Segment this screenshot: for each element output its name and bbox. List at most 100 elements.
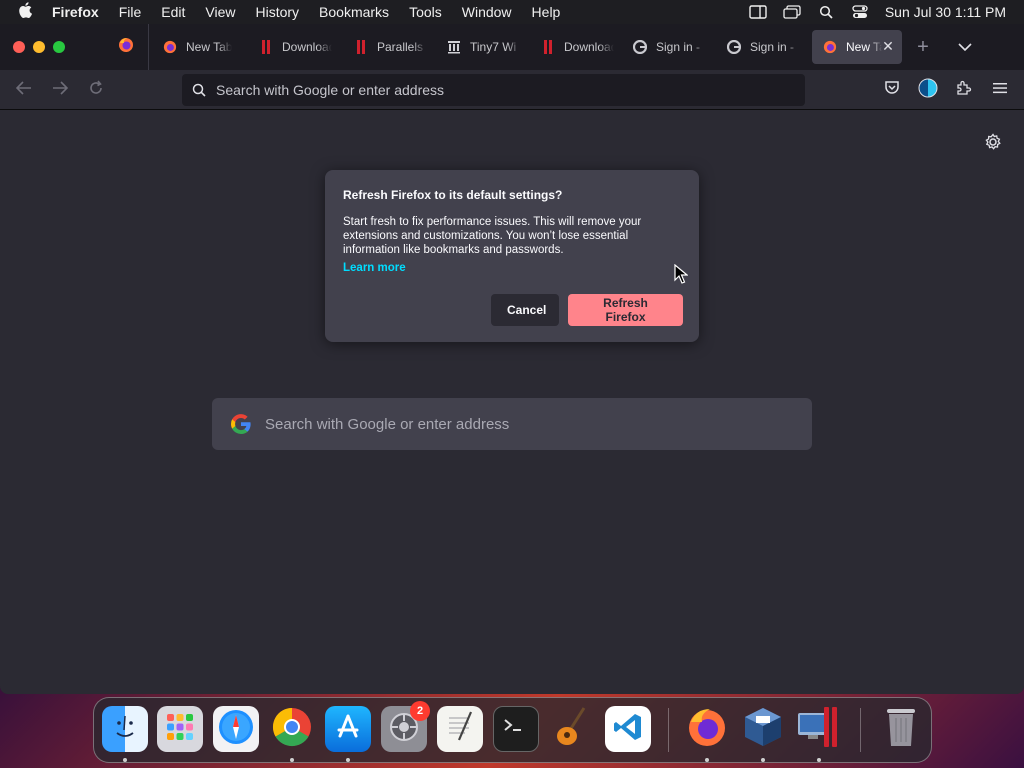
tab-label: New Tab [846, 40, 882, 54]
dock-item-garageband[interactable] [549, 706, 595, 752]
dock-item-textedit[interactable] [437, 706, 483, 752]
dialog-button-row: Cancel Refresh Firefox [491, 294, 683, 326]
close-tab-icon[interactable]: ✕ [880, 38, 896, 54]
dock-item-firefox[interactable] [684, 706, 730, 752]
dock-item-virtualbox[interactable] [740, 706, 786, 752]
running-indicator [817, 758, 821, 762]
fullscreen-window-button[interactable] [53, 41, 65, 53]
menu-window[interactable]: Window [452, 4, 522, 20]
dock-separator [668, 708, 669, 752]
dock-item-app-store[interactable] [325, 706, 371, 752]
account-button[interactable] [916, 78, 940, 102]
menu-file[interactable]: File [109, 4, 152, 20]
parallels-icon [540, 39, 556, 55]
running-indicator [761, 758, 765, 762]
tab-tiny7[interactable]: Tiny7 Wi [436, 30, 528, 64]
arrow-left-icon [15, 80, 32, 100]
tab-label: Download [564, 40, 614, 54]
new-tab-button[interactable]: + [912, 36, 934, 58]
pocket-icon [884, 80, 900, 100]
launchpad-icon [164, 711, 196, 748]
macos-menu-bar: Firefox File Edit View History Bookmarks… [0, 0, 1024, 24]
chevron-down-icon [958, 38, 972, 56]
dock-item-safari[interactable] [213, 706, 259, 752]
search-icon [191, 82, 207, 98]
open-menu-button[interactable] [988, 78, 1012, 102]
tab-sign-in[interactable]: Sign in - [622, 30, 714, 64]
address-bar[interactable] [182, 74, 805, 106]
trash-icon [884, 706, 918, 753]
close-window-button[interactable] [13, 41, 25, 53]
app-store-icon [333, 712, 363, 747]
parallels-icon [796, 705, 842, 754]
running-indicator [123, 758, 127, 762]
app-menu-firefox[interactable]: Firefox [44, 4, 109, 20]
tab-label: Download [282, 40, 332, 54]
cancel-button[interactable]: Cancel [491, 294, 559, 326]
address-input[interactable] [216, 82, 776, 98]
minimize-window-button[interactable] [33, 41, 45, 53]
dock-item-chrome[interactable] [269, 706, 315, 752]
learn-more-link[interactable]: Learn more [343, 262, 406, 274]
extensions-button[interactable] [952, 78, 976, 102]
tab-label: Tiny7 Wi [470, 40, 517, 54]
dialog-title: Refresh Firefox to its default settings? [343, 188, 563, 202]
macos-dock: 2 [93, 697, 932, 763]
pocket-button[interactable] [880, 78, 904, 102]
tab-label: New Tab [186, 40, 233, 54]
dock-item-terminal[interactable] [493, 706, 539, 752]
tab-new-tab-active[interactable]: New Tab ✕ [812, 30, 902, 64]
reload-button[interactable] [84, 78, 108, 102]
dock-item-launchpad[interactable] [157, 706, 203, 752]
running-indicator [705, 758, 709, 762]
tab-strip: New Tab Download Parallels Tiny7 Wi Down… [0, 24, 1024, 70]
notification-badge: 2 [410, 701, 430, 721]
tab-download[interactable]: Download [248, 30, 340, 64]
menu-edit[interactable]: Edit [151, 4, 195, 20]
back-button[interactable] [12, 78, 36, 102]
apple-menu-icon[interactable] [18, 2, 44, 22]
tab-new-tab[interactable]: New Tab [152, 30, 248, 64]
menu-help[interactable]: Help [522, 4, 571, 20]
google-icon [632, 39, 648, 55]
tab-sign-in-2[interactable]: Sign in - [716, 30, 808, 64]
running-indicator [290, 758, 294, 762]
avatar-icon [918, 78, 938, 103]
guitar-icon [554, 706, 590, 753]
menu-tools[interactable]: Tools [399, 4, 452, 20]
window-icon[interactable] [775, 5, 809, 19]
menu-history[interactable]: History [245, 4, 309, 20]
reload-icon [88, 79, 104, 101]
dialog-body-text: Start fresh to fix performance issues. T… [343, 216, 642, 256]
dock-item-finder[interactable] [102, 706, 148, 752]
chrome-icon [271, 706, 313, 753]
refresh-firefox-button[interactable]: Refresh Firefox [568, 294, 683, 326]
terminal-icon [501, 715, 531, 744]
dock-item-parallels[interactable] [796, 706, 842, 752]
parallels-icon [353, 39, 369, 55]
menu-bar-clock[interactable]: Sun Jul 30 1:11 PM [877, 4, 1024, 20]
virtualbox-icon [743, 706, 783, 753]
dock-item-trash[interactable] [878, 706, 924, 752]
mouse-cursor-icon [674, 264, 688, 284]
personalize-settings-button[interactable] [982, 132, 1004, 156]
content-search-box[interactable] [212, 398, 812, 450]
google-icon [726, 39, 742, 55]
parallels-icon [258, 39, 274, 55]
dock-item-vscode[interactable] [605, 706, 651, 752]
running-indicator [346, 758, 350, 762]
control-center-icon[interactable] [843, 5, 877, 19]
sidebar-icon[interactable] [741, 5, 775, 19]
tab-parallels[interactable]: Parallels [343, 30, 435, 64]
spotlight-search-icon[interactable] [809, 5, 843, 19]
content-search-input[interactable] [265, 415, 785, 433]
menu-view[interactable]: View [195, 4, 245, 20]
forward-button[interactable] [48, 78, 72, 102]
gear-icon [984, 132, 1002, 156]
tab-download-2[interactable]: Download [530, 30, 622, 64]
refresh-firefox-dialog: Refresh Firefox to its default settings?… [325, 170, 699, 342]
firefox-icon [686, 706, 728, 753]
list-all-tabs-button[interactable] [954, 36, 976, 58]
pinned-tab-firefox[interactable] [108, 36, 144, 58]
menu-bookmarks[interactable]: Bookmarks [309, 4, 399, 20]
